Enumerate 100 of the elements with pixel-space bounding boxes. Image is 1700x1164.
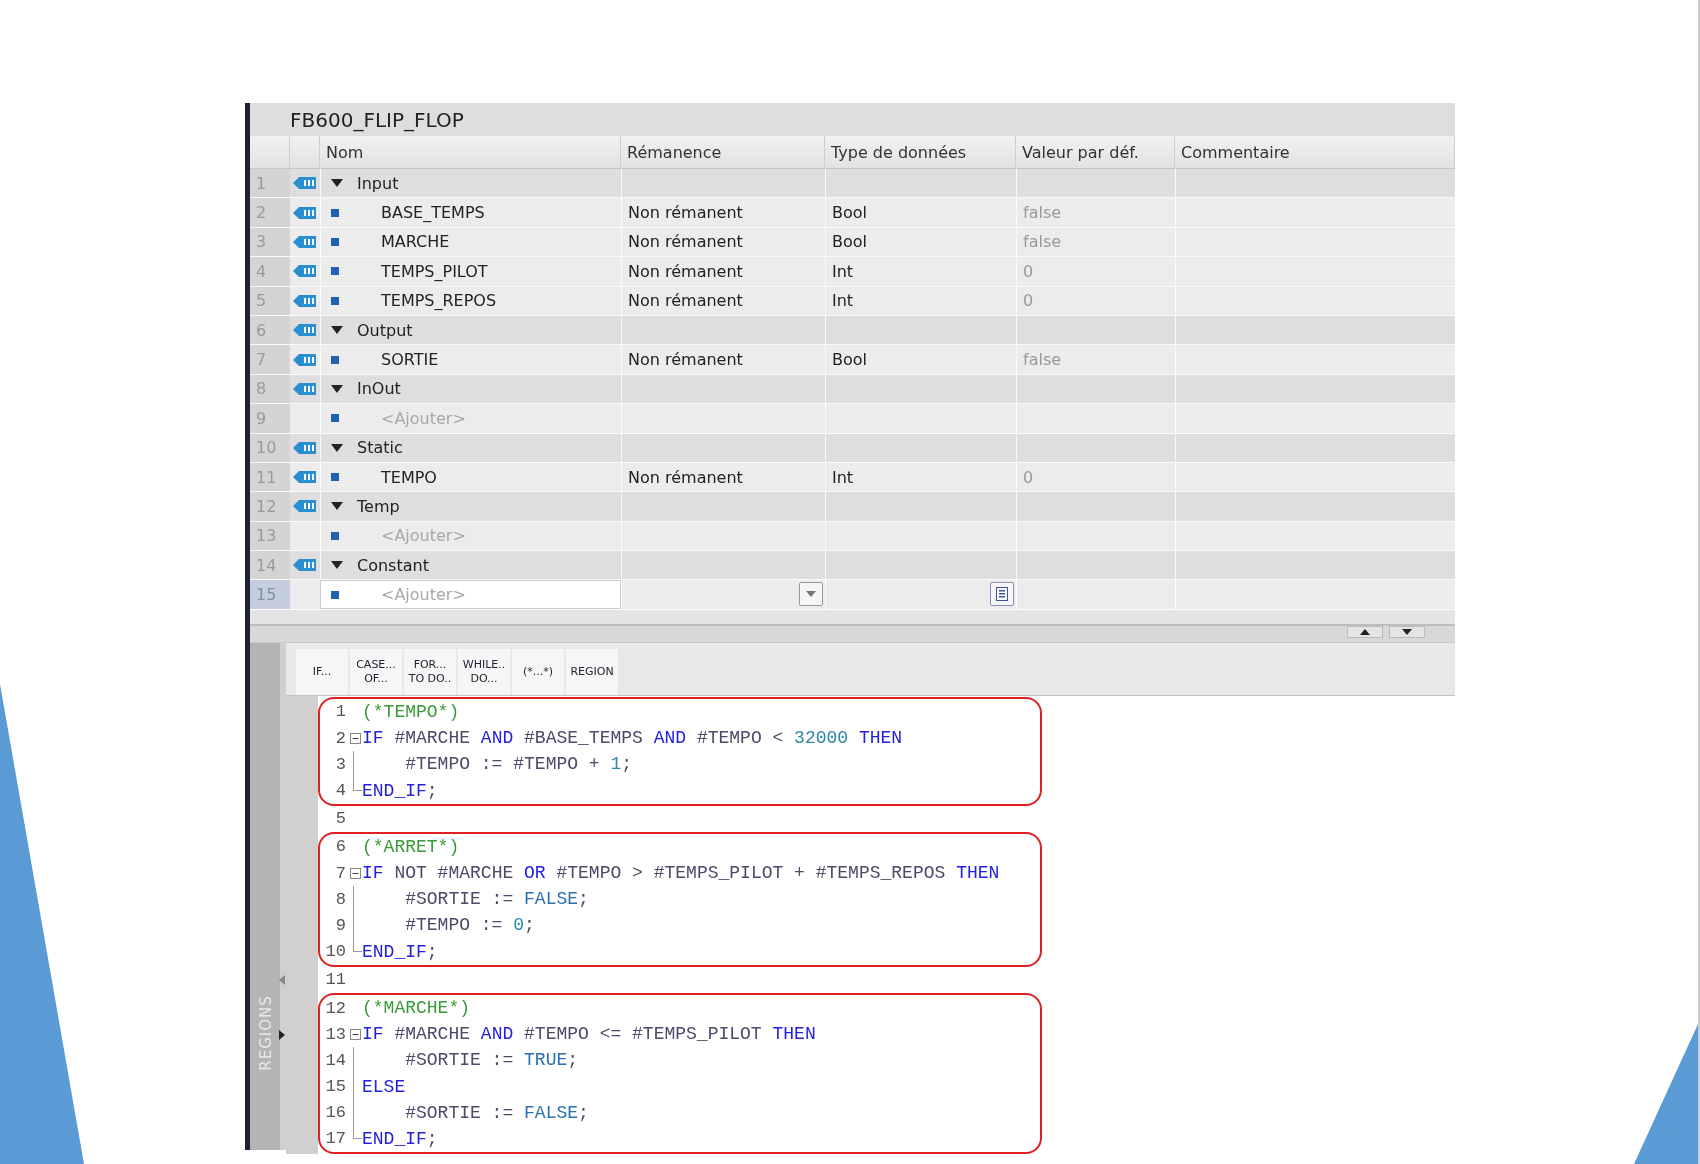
expand-caret-icon[interactable] <box>331 443 343 452</box>
retain-value: Non rémanent <box>628 232 743 252</box>
data-type-value: Int <box>832 291 854 311</box>
variable-bullet-icon <box>331 208 339 217</box>
snippet-button[interactable]: FOR... TO DO.. <box>404 648 456 695</box>
row-number: 12 <box>250 492 290 521</box>
column-header[interactable]: Commentaire <box>1175 136 1455 168</box>
code-line: #SORTIE := FALSE; <box>404 889 589 910</box>
interface-tag-icon <box>293 176 317 191</box>
interface-tag-icon <box>293 264 317 279</box>
row-number: 7 <box>250 345 290 374</box>
line-number: 9 <box>334 915 346 935</box>
code-line: #SORTIE := TRUE; <box>404 1050 579 1071</box>
section-name: Constant <box>357 555 429 575</box>
interface-tag-icon <box>293 234 317 249</box>
expand-caret-icon[interactable] <box>331 326 343 335</box>
row-number: 9 <box>250 404 290 433</box>
line-number: 3 <box>334 754 346 774</box>
column-header[interactable]: Type de données <box>825 136 1016 168</box>
code-line: (*TEMPO*) <box>362 701 460 722</box>
column-header[interactable]: Rémanence <box>621 136 825 168</box>
right-arrow-icon[interactable] <box>279 1030 285 1040</box>
interface-tag-icon <box>293 293 317 308</box>
snippet-button[interactable]: IF... <box>296 648 348 695</box>
variable-name: SORTIE <box>381 350 439 370</box>
row-number: 8 <box>250 374 290 404</box>
retain-value: Non rémanent <box>628 350 743 370</box>
variable-name: TEMPS_PILOT <box>381 261 488 281</box>
line-number: 14 <box>324 1050 346 1070</box>
expand-caret-icon[interactable] <box>331 561 343 570</box>
line-number: 8 <box>334 889 346 909</box>
collapse-icon[interactable] <box>349 1028 361 1040</box>
row-number: 6 <box>250 315 290 345</box>
code-line: END_IF; <box>362 941 438 962</box>
data-type-value: Bool <box>832 203 867 223</box>
column-header[interactable]: Nom <box>320 136 621 168</box>
variable-bullet-icon <box>331 296 339 305</box>
code-line: #TEMPO := 0; <box>404 915 535 936</box>
collapse-icon[interactable] <box>349 867 361 879</box>
scroll-up-button[interactable] <box>1347 625 1383 638</box>
default-value: false <box>1023 203 1062 223</box>
default-value: 0 <box>1023 467 1034 487</box>
row-number: 2 <box>250 198 290 227</box>
variable-name: TEMPO <box>381 467 437 487</box>
dropdown-button[interactable] <box>799 582 823 607</box>
snippet-button[interactable]: REGION <box>566 648 618 695</box>
row-number: 13 <box>250 521 290 551</box>
code-line: (*MARCHE*) <box>362 998 471 1018</box>
section-name: Output <box>357 320 413 340</box>
expand-caret-icon[interactable] <box>331 384 343 393</box>
section-name: InOut <box>357 379 401 399</box>
expand-caret-icon[interactable] <box>331 179 343 188</box>
data-type-value: Bool <box>832 350 867 370</box>
collapse-icon[interactable] <box>349 732 361 744</box>
snippet-button[interactable]: (*...*) <box>512 648 564 695</box>
expand-caret-icon[interactable] <box>331 502 343 511</box>
row-number: 11 <box>250 462 290 492</box>
line-number: 1 <box>334 702 346 722</box>
line-number: 4 <box>334 781 346 800</box>
variable-bullet-icon <box>331 473 339 482</box>
variable-name: MARCHE <box>381 232 450 252</box>
interface-tag-icon <box>293 323 317 338</box>
code-line: END_IF; <box>362 780 438 801</box>
row-number: 5 <box>250 286 290 315</box>
list-button[interactable] <box>990 582 1014 607</box>
code-line: IF #MARCHE AND #TEMPO <= #TEMPS_PILOT THEN <box>362 1024 816 1045</box>
snippet-button[interactable]: WHILE.. DO... <box>458 648 510 695</box>
list-icon <box>996 587 1008 602</box>
code-line: END_IF; <box>362 1128 438 1149</box>
line-number: 17 <box>324 1129 346 1149</box>
default-value: false <box>1023 350 1062 370</box>
data-type-value: Int <box>832 467 854 487</box>
interface-tag-icon <box>293 352 317 367</box>
column-header[interactable]: Valeur par déf. <box>1016 136 1175 168</box>
line-number: 12 <box>324 998 346 1018</box>
variable-name: BASE_TEMPS <box>381 203 485 223</box>
section-name: Temp <box>357 497 400 516</box>
variable-bullet-icon <box>331 237 339 246</box>
up-arrow-icon <box>1360 628 1370 635</box>
line-number: 7 <box>334 863 346 883</box>
default-value: false <box>1023 232 1062 252</box>
default-value: 0 <box>1023 291 1034 311</box>
code-line: #TEMPO := #TEMPO + 1; <box>404 754 633 775</box>
code-line: IF NOT #MARCHE OR #TEMPO > #TEMPS_PILOT + #TEMPS_REPOS THEN <box>362 863 1000 884</box>
line-number: 10 <box>324 942 346 962</box>
line-number: 16 <box>324 1103 346 1123</box>
variable-bullet-icon <box>331 414 339 423</box>
data-type-value: Int <box>832 261 854 281</box>
code-line: IF #MARCHE AND #BASE_TEMPS AND #TEMPO < 32000 THEN <box>362 728 903 749</box>
caret-icon <box>806 591 816 598</box>
line-number: 2 <box>334 728 346 748</box>
section-name: Static <box>357 438 403 458</box>
data-type-value: Bool <box>832 232 867 252</box>
code-line: ELSE <box>362 1076 406 1097</box>
interface-tag-icon <box>293 558 317 573</box>
snippet-button[interactable]: CASE... OF... <box>350 648 402 695</box>
row-number: 15 <box>250 580 290 609</box>
scroll-down-button[interactable] <box>1389 625 1425 638</box>
line-number: 5 <box>334 809 346 829</box>
variable-bullet-icon <box>331 590 339 599</box>
